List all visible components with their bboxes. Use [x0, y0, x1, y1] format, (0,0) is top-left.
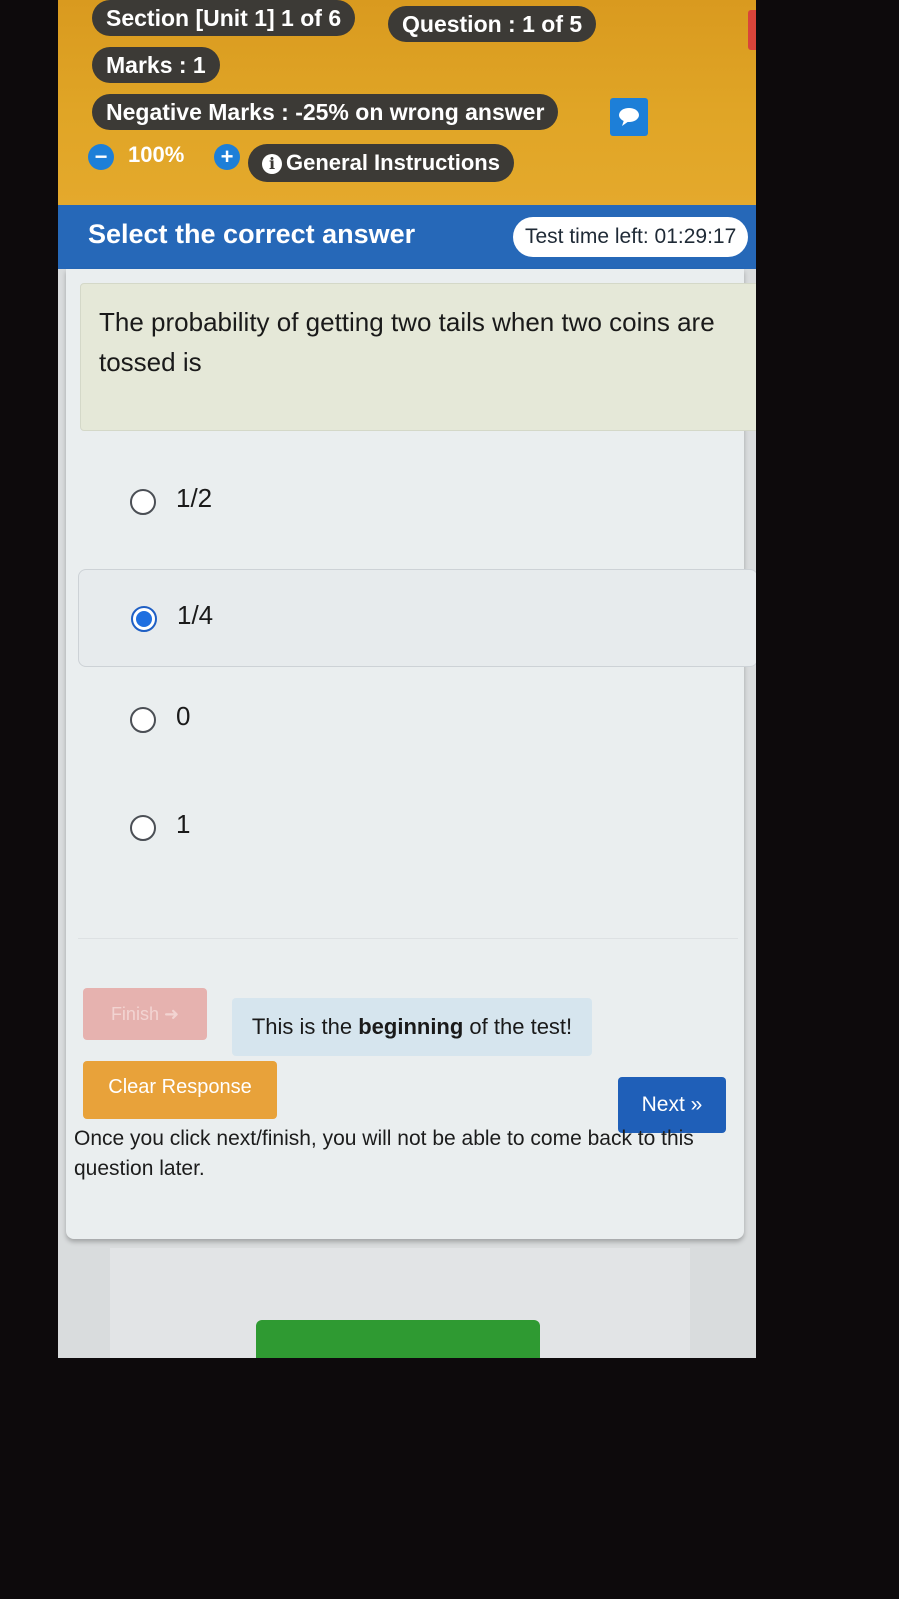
finish-button[interactable]: Finish ➜ [83, 988, 207, 1040]
divider [78, 938, 738, 939]
finish-label: Finish [110, 1004, 159, 1024]
option-label: 1/2 [176, 483, 213, 513]
radio-button[interactable] [130, 815, 156, 841]
instruction-heading: Select the correct answer [88, 219, 416, 249]
section-label[interactable]: Section [Unit 1] 1 of 6 [92, 0, 356, 36]
question-box: The probability of getting two tails whe… [80, 283, 756, 431]
radio-button[interactable] [130, 707, 156, 733]
radio-button-selected[interactable] [131, 606, 157, 632]
test-timer: Test time left: 01:29:17 [513, 217, 749, 257]
sign-out-icon: ➜ [163, 1004, 180, 1024]
option-label: 0 [176, 701, 191, 731]
phone-screen: Section [Unit 1] 1 of 6 Question : 1 of … [58, 0, 756, 1358]
beginning-notice: This is the beginning of the test! [232, 998, 592, 1056]
chat-button[interactable] [610, 98, 648, 136]
notice-suffix: of the test! [463, 1014, 573, 1039]
zoom-in-button[interactable]: + [214, 144, 240, 170]
answer-instruction-bar: Select the correct answer Test time left… [58, 205, 756, 269]
clear-response-button[interactable]: Clear Response [83, 1061, 277, 1119]
option-3[interactable]: 0 [78, 671, 756, 767]
question-text: The probability of getting two tails whe… [99, 307, 715, 377]
navigation-warning: Once you click next/finish, you will not… [74, 1127, 694, 1180]
question-counter[interactable]: Question : 1 of 5 [388, 6, 597, 42]
question-card: The probability of getting two tails whe… [66, 269, 756, 1239]
notice-prefix: This is the [251, 1014, 359, 1039]
radio-button[interactable] [130, 489, 156, 515]
chat-icon [619, 108, 639, 126]
general-instructions-button[interactable]: i General Instructions [248, 144, 514, 182]
test-header: Section [Unit 1] 1 of 6 Question : 1 of … [58, 0, 756, 205]
marks-badge: Marks : 1 [92, 47, 220, 83]
info-icon: i [262, 154, 282, 174]
option-2[interactable]: 1/4 [78, 569, 756, 667]
close-button[interactable]: × [748, 10, 756, 50]
option-label: 1/4 [177, 600, 214, 630]
option-4[interactable]: 1 [78, 779, 756, 875]
option-1[interactable]: 1/2 [78, 453, 756, 549]
negative-marks-badge: Negative Marks : -25% on wrong answer [92, 94, 559, 130]
general-instructions-label: General Instructions [286, 150, 500, 175]
submit-button-partial[interactable] [256, 1320, 540, 1358]
zoom-out-button[interactable]: − [88, 144, 114, 170]
radio-dot [136, 611, 152, 627]
notice-bold: beginning [358, 1014, 464, 1039]
option-label: 1 [176, 809, 191, 839]
zoom-level: 100% [128, 142, 185, 167]
